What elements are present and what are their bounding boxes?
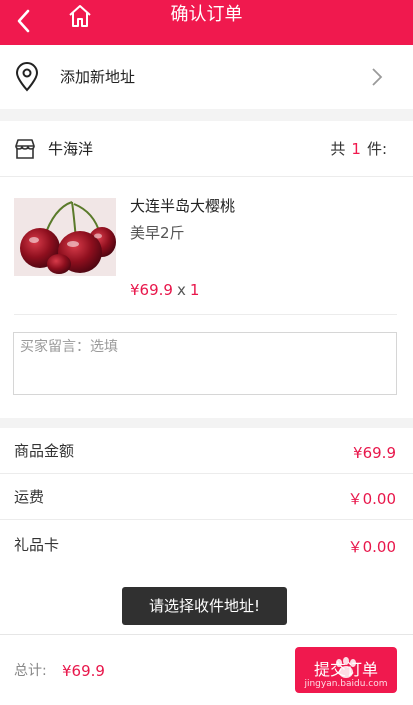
qty-times: x (176, 281, 186, 299)
divider (0, 519, 413, 520)
summary-value: ￥0.00 (347, 490, 396, 508)
product-price: ¥69.9 (130, 281, 173, 299)
total-label: 总计: (14, 663, 47, 679)
section-divider (0, 109, 413, 121)
add-address-row[interactable]: 添加新地址 (0, 45, 413, 109)
summary-row-gift-card[interactable]: 礼品卡 ￥0.00 (0, 522, 413, 568)
summary-label: 运费 (14, 488, 45, 506)
summary-row-goods-amount: 商品金额 ¥69.9 (0, 428, 413, 474)
toast-message: 请选择收件地址! (122, 587, 287, 625)
product-image (14, 198, 116, 276)
product-qty: 1 (189, 281, 200, 299)
location-pin-icon (15, 62, 39, 92)
page-title: 确认订单 (170, 4, 243, 25)
divider (14, 314, 397, 315)
summary-label: 商品金额 (14, 442, 75, 460)
product-price-qty: ¥69.9 x 1 (130, 279, 199, 301)
buyer-message-input[interactable] (13, 332, 397, 395)
summary-value: ￥0.00 (347, 538, 396, 556)
chevron-right-icon (372, 68, 383, 86)
top-bar: 确认订单 (0, 0, 413, 45)
submit-order-button[interactable]: 提交订单 (295, 647, 397, 693)
checkout-bar: 总计: ¥69.9 提交订单 jingyan.baidu.com (0, 634, 413, 705)
summary-label: 礼品卡 (14, 536, 60, 554)
store-icon (15, 139, 35, 159)
summary-row-shipping: 运费 ￥0.00 (0, 474, 413, 520)
section-divider (0, 418, 413, 428)
product-spec: 美早2斤 (130, 224, 185, 242)
summary-value: ¥69.9 (353, 444, 396, 462)
add-address-label: 添加新地址 (60, 68, 136, 86)
product-item[interactable]: 大连半岛大樱桃 美早2斤 ¥69.9 x 1 (0, 178, 413, 316)
item-count: 共 1 件: (330, 140, 387, 158)
shop-header: 牛海洋 共 1 件: (0, 121, 413, 177)
shop-name: 牛海洋 (48, 140, 94, 158)
total-value: ¥69.9 (62, 662, 105, 680)
product-name: 大连半岛大樱桃 (130, 197, 236, 215)
